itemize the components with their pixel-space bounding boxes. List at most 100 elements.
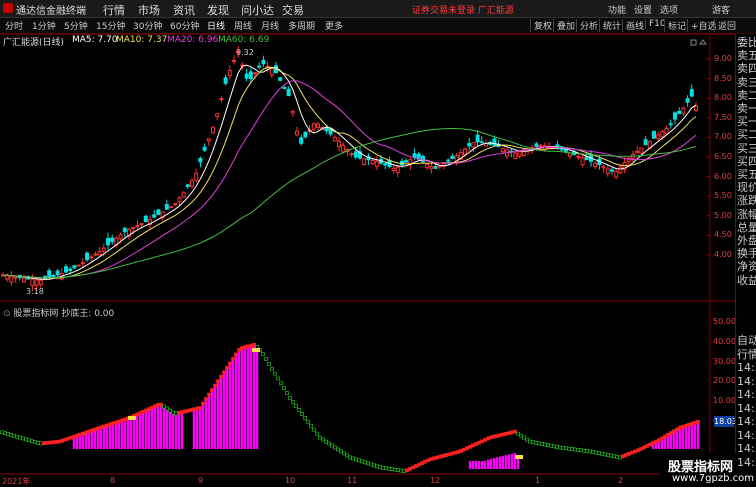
indicator-step [522,435,526,440]
candle-body [269,68,274,76]
indicator-step [666,432,670,437]
indicator-step [654,439,658,444]
candle-body [223,77,228,84]
indicator-column [78,436,82,449]
indicator-step [360,459,364,464]
indicator-column [135,416,139,449]
side-panel-item: 买三 [737,141,756,155]
indicator-step [648,442,652,447]
side-panel-item: 买四 [737,154,756,168]
side-panel-item: 14:56 [737,401,756,415]
indicator-step [183,409,187,414]
indicator-column [474,461,478,469]
indicator-step [369,462,373,467]
candle-body [471,142,476,148]
indicator-step [423,459,427,464]
indicator-step [609,453,613,458]
indicator-step [273,371,277,376]
candle-body [668,123,673,126]
indicator-step [312,427,316,432]
indicator-step [261,352,265,356]
indicator-value-box: 18.03 [714,416,737,427]
indicator-step [141,409,145,414]
indicator-step [642,445,646,450]
candle-body [513,152,518,160]
indicator-step [375,464,379,469]
indicator-step [102,424,106,429]
indicator-step [108,422,112,427]
indicator-column [687,426,691,449]
indicator-column [510,453,514,469]
indicator-column [681,428,685,449]
side-panel-item: 14:56 [737,361,756,374]
indicator-step [387,466,391,471]
indicator-step [363,460,367,465]
indicator-column [111,424,115,449]
indicator-step [105,423,109,428]
candle-body [299,137,304,144]
candle-body [467,143,472,147]
candle-body [51,274,56,277]
indicator-step [96,426,100,431]
indicator-step [519,433,523,438]
indicator-step [138,411,142,416]
candle-body [614,170,619,178]
indicator-step [156,403,160,407]
indicator-step [186,408,190,413]
indicator-step [51,440,55,445]
candle-body [534,143,539,147]
indicator-column [117,422,121,449]
indicator-step [504,431,508,436]
indicator-bars [0,342,700,473]
indicator-column [693,424,697,449]
indicator-step [309,423,313,428]
candle-body [303,131,308,138]
price-tick-label: 7.00 [714,132,732,142]
indicator-step [150,405,154,410]
candle-body [677,110,682,115]
price-tick-label: 5.50 [714,191,732,201]
indicator-column [498,456,502,469]
indicator-column [144,411,148,449]
candle-body [538,144,543,147]
indicator-step [330,443,334,448]
indicator-step [651,441,655,445]
indicator-step [237,348,241,352]
indicator-step [36,441,40,445]
indicator-step [300,411,304,416]
candle-body [80,261,85,265]
side-panel-item: 买二 [737,128,756,142]
indicator-column [108,425,112,449]
indicator-step [48,440,52,445]
candle-body [290,110,295,114]
indicator-step [693,420,697,425]
quote-side-panel: 委比 卖五 卖四 卖三 卖二 卖一 买一 买二 买三 买四 买五 现价 涨跌 涨幅 总量 外盘 换手 净资 收益 自动… [735,34,756,487]
indicator-step [384,466,388,471]
indicator-step [33,440,37,444]
side-panel-item: 14:56 [737,415,756,428]
candle-body [576,155,581,158]
candle-body [446,159,451,162]
candle-body [450,155,455,160]
indicator-column [651,444,655,449]
candle-body [72,265,77,269]
indicator-step [507,431,511,435]
indicator-step [252,342,256,347]
candle-body [106,237,110,246]
indicator-column [690,425,694,449]
indicator-step [99,425,103,430]
x-label-12: 12 [430,476,441,485]
candle-body [47,270,52,278]
indicator-step [240,346,244,350]
candlesticks [1,46,698,292]
indicator-column [657,441,661,449]
indicator-step [558,445,562,450]
candle-body [433,166,438,169]
indicator-step [144,408,148,413]
candle-body [618,166,623,174]
side-panel-item: 行情 [737,347,756,361]
candle-body [122,227,127,233]
indicator-column [138,414,142,449]
indicator-column [132,417,136,449]
indicator-column [477,461,481,469]
